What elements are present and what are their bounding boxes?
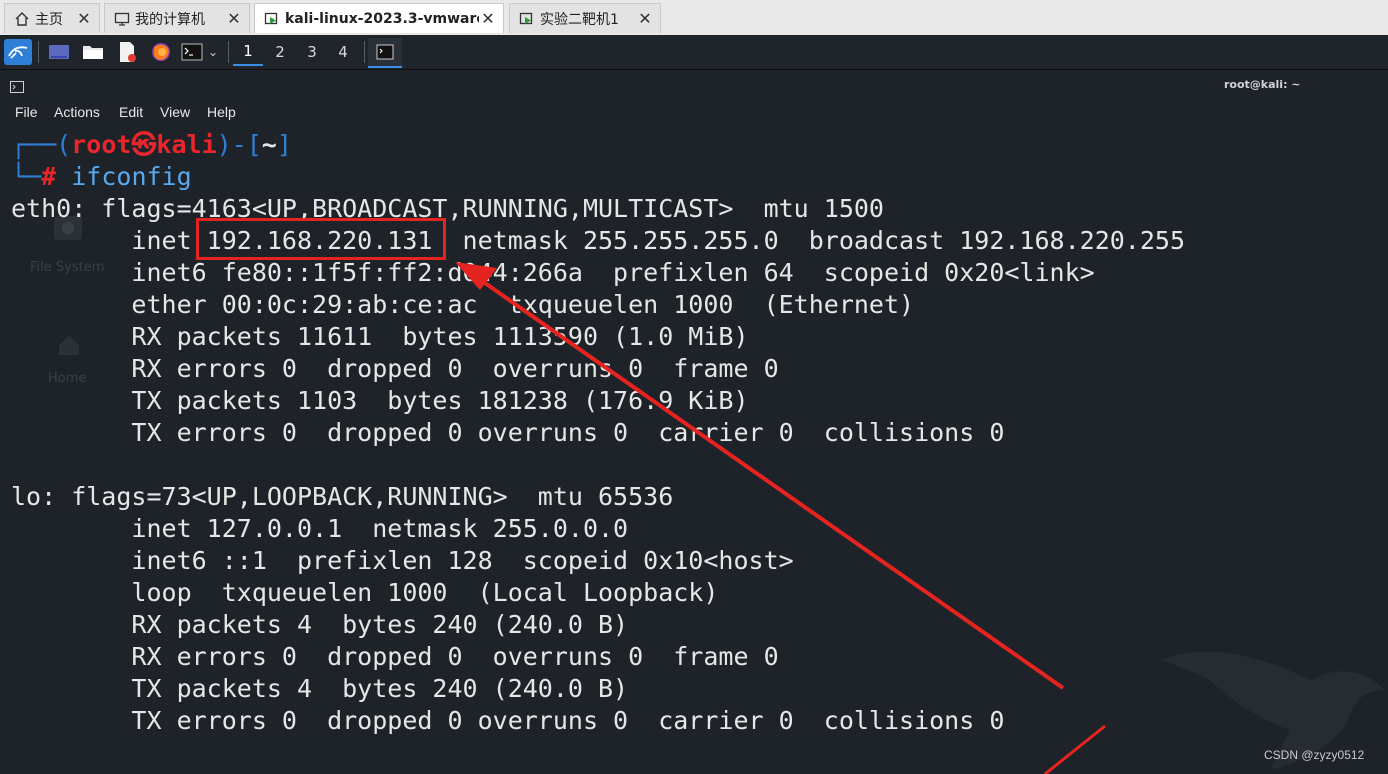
- csdn-watermark: CSDN @zyzy0512: [1264, 748, 1365, 762]
- annotation-arrows: [455, 262, 1106, 774]
